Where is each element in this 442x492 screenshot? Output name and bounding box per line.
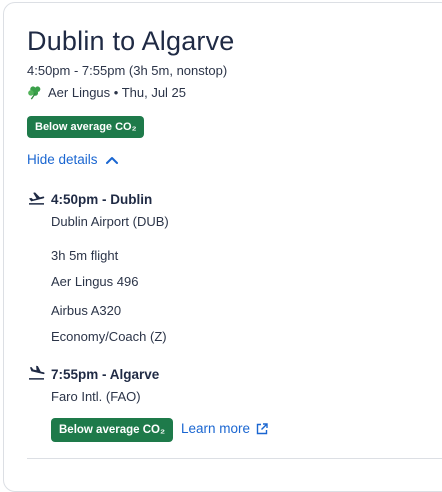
arrival-time-city: 7:55pm - Algarve	[51, 367, 160, 382]
hide-details-button[interactable]: Hide details	[27, 152, 118, 167]
external-link-icon	[256, 422, 268, 434]
learn-more-label: Learn more	[181, 421, 251, 436]
departure-airport: Dublin Airport (DUB)	[51, 214, 169, 229]
departure-time-city: 4:50pm - Dublin	[51, 192, 153, 207]
shamrock-icon	[28, 86, 41, 100]
airline-date: Aer Lingus • Thu, Jul 25	[48, 85, 187, 100]
landing-icon	[29, 365, 45, 380]
flight-number: Aer Lingus 496	[51, 274, 139, 289]
co2-badge: Below average CO₂	[27, 116, 145, 138]
divider	[27, 458, 442, 459]
cabin-class: Economy/Coach (Z)	[51, 329, 167, 344]
flight-title: Dublin to Algarve	[27, 26, 235, 56]
flight-summary: 4:50pm - 7:55pm (3h 5m, nonstop)	[27, 63, 228, 78]
airline-date-line: Aer Lingus • Thu, Jul 25	[27, 85, 186, 100]
hide-details-label: Hide details	[27, 152, 98, 167]
arrival-airport: Faro Intl. (FAO)	[51, 389, 141, 404]
learn-more-link[interactable]: Learn more	[181, 421, 268, 436]
aircraft-type: Airbus A320	[51, 303, 122, 318]
chevron-up-icon	[105, 156, 118, 164]
co2-badge-detail: Below average CO₂	[51, 418, 174, 442]
takeoff-icon	[29, 192, 45, 205]
flight-duration: 3h 5m flight	[51, 248, 119, 263]
